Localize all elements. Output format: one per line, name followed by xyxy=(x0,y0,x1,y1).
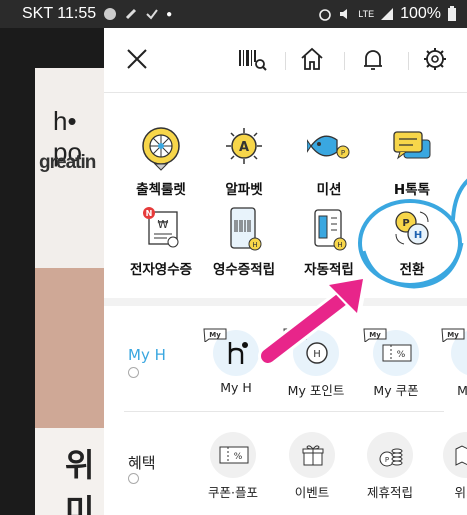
svg-text:H: H xyxy=(313,349,321,360)
battery-level: 100% xyxy=(400,5,441,22)
battery-icon xyxy=(448,6,456,21)
roulette-icon xyxy=(142,127,180,171)
my-coupon-label: My 쿠폰 xyxy=(373,383,419,398)
chat-notification-icon xyxy=(104,8,117,20)
grid-label: 전자영수증 xyxy=(129,262,193,278)
menu-toolbar xyxy=(104,28,467,92)
chat-bubbles-icon xyxy=(393,131,431,160)
my-h-item[interactable]: My My H xyxy=(196,328,276,402)
my-badge-icon: My xyxy=(441,328,465,342)
svg-text:My: My xyxy=(289,331,301,339)
home-icon[interactable] xyxy=(297,44,327,74)
chevron-right-icon[interactable] xyxy=(128,367,139,378)
mute-icon xyxy=(340,9,348,19)
background-card: h• po greatin 위미 xyxy=(35,68,105,515)
point-refresh-icon: H xyxy=(306,342,328,364)
signal-icon xyxy=(381,8,394,20)
status-bar: SKT 11:55 ● LTE 100% xyxy=(0,0,467,28)
my-badge-icon: My xyxy=(283,328,307,342)
benefit-location-label: 위치 xyxy=(454,485,467,500)
benefit-event-label: 이벤트 xyxy=(294,485,330,500)
my-badge-icon: My xyxy=(363,328,387,342)
h-logo-icon xyxy=(228,342,248,364)
chevron-right-icon[interactable] xyxy=(128,473,139,484)
background-logo-text: greatin xyxy=(39,152,96,173)
grid-label: 자동적립 xyxy=(304,262,354,278)
close-icon[interactable] xyxy=(122,44,152,74)
benefit-partner-item[interactable]: P 제휴적립 xyxy=(350,432,430,504)
benefit-location-item[interactable]: 위치 xyxy=(426,432,467,504)
coupon-icon: % xyxy=(382,344,412,362)
grid-item-alphabet[interactable]: A 알파벳 xyxy=(202,126,286,206)
my-h-label: My H xyxy=(220,380,252,395)
bell-icon[interactable] xyxy=(358,44,388,74)
svg-text:My: My xyxy=(369,331,381,339)
benefit-coupon-label: 쿠폰·플포 xyxy=(208,485,258,500)
my-badge-icon: My xyxy=(203,328,227,342)
auto-earn-card-icon: H xyxy=(314,209,347,251)
grid-item-auto-earn[interactable]: H 자동적립 xyxy=(287,206,371,286)
svg-text:H: H xyxy=(414,230,422,241)
svg-text:P: P xyxy=(402,218,409,229)
benefit-event-item[interactable]: 이벤트 xyxy=(272,432,352,504)
my-coupon-item[interactable]: % My My 쿠폰 xyxy=(356,328,436,402)
grid-label: 미션 xyxy=(316,182,342,198)
grid-item-e-receipt[interactable]: ₩ N 전자영수증 xyxy=(119,206,203,286)
alphabet-sun-icon: A xyxy=(226,128,262,164)
gift-icon xyxy=(302,445,324,466)
svg-text:₩: ₩ xyxy=(158,218,169,231)
svg-text:%: % xyxy=(397,350,406,360)
barcode-scan-icon[interactable] xyxy=(237,44,267,74)
benefit-partner-label: 제휴적립 xyxy=(366,485,413,500)
benefit-coupon-item[interactable]: % 쿠폰·플포 xyxy=(193,432,273,504)
svg-text:H: H xyxy=(337,241,342,249)
my-h-section-label: My H xyxy=(128,346,166,364)
receipt-scan-icon: H xyxy=(230,207,262,251)
carrier-time: SKT 11:55 xyxy=(22,5,97,22)
grid-item-convert[interactable]: P H 전환 xyxy=(370,206,454,286)
benefits-section-label: 혜택 xyxy=(128,454,156,472)
svg-text:N: N xyxy=(146,209,153,218)
grid-label: 전환 xyxy=(399,262,425,278)
grid-item-roulette[interactable]: 출첵룰렛 xyxy=(119,126,203,206)
gear-icon[interactable] xyxy=(420,44,450,74)
check-notification-icon xyxy=(146,9,158,20)
link-notification-icon xyxy=(126,8,137,20)
grid-item-receipt-earn[interactable]: H 영수증적립 xyxy=(202,206,286,286)
lte-indicator: LTE xyxy=(358,9,375,19)
side-menu-panel: 출첵룰렛 A 알파벳 P 미션 H톡톡 ₩ N 전자영수증 H 영수증적립 H … xyxy=(104,28,467,515)
coin-stack-icon: P xyxy=(379,448,403,467)
background-heading: 위미 xyxy=(65,446,95,515)
e-receipt-icon: ₩ N xyxy=(143,207,179,248)
map-icon xyxy=(455,445,467,466)
my-more-label: My 영 xyxy=(457,383,467,398)
grid-label: H톡톡 xyxy=(393,182,431,198)
more-dot-icon: ● xyxy=(166,8,173,20)
fish-mission-icon: P xyxy=(307,135,350,159)
svg-text:My: My xyxy=(447,331,459,339)
grid-label: 영수증적립 xyxy=(212,262,276,278)
svg-text:My: My xyxy=(209,331,221,339)
my-more-item[interactable]: My My 영 xyxy=(434,328,467,402)
svg-text:%: % xyxy=(234,452,243,462)
grid-label: 출첵룰렛 xyxy=(136,182,186,198)
my-point-label: My 포인트 xyxy=(287,383,345,398)
svg-text:P: P xyxy=(341,149,345,157)
point-convert-icon: P H xyxy=(395,211,429,245)
grid-item-htalk[interactable]: H톡톡 xyxy=(370,126,454,206)
svg-text:H: H xyxy=(252,241,257,249)
my-point-item[interactable]: H My My 포인트 xyxy=(276,328,356,402)
coupon-icon: % xyxy=(219,446,249,464)
svg-text:P: P xyxy=(385,456,389,464)
alarm-icon xyxy=(319,9,332,21)
svg-text:A: A xyxy=(239,140,249,155)
grid-item-mission[interactable]: P 미션 xyxy=(287,126,371,206)
grid-label: 알파벳 xyxy=(225,182,263,198)
